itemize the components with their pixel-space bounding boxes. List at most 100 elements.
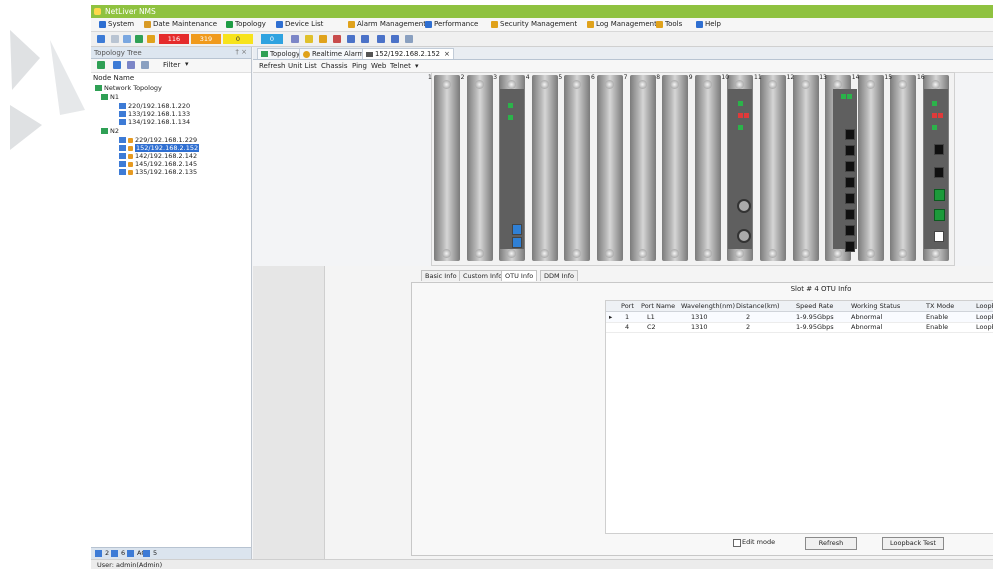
menu-security-management[interactable]: Security Management bbox=[491, 20, 577, 28]
list-icon[interactable] bbox=[123, 35, 131, 43]
chassis-slot-7[interactable] bbox=[629, 75, 656, 261]
subtool-refresh[interactable]: Refresh bbox=[259, 62, 285, 70]
monitor-icon[interactable] bbox=[377, 35, 385, 43]
chassis-slot-11[interactable] bbox=[760, 75, 786, 261]
panel-controls[interactable]: † × bbox=[235, 48, 247, 56]
inner-tab-otu-info[interactable]: OTU Info bbox=[501, 270, 538, 281]
chassis-slot-5[interactable] bbox=[564, 75, 591, 261]
optical-port-icon[interactable] bbox=[737, 199, 752, 213]
refresh-button[interactable]: Refresh bbox=[805, 537, 857, 550]
chassis-slot-12[interactable] bbox=[792, 75, 819, 261]
filter-icon[interactable] bbox=[291, 35, 299, 43]
menu-system[interactable]: System bbox=[99, 20, 134, 28]
port-icon[interactable] bbox=[934, 167, 944, 178]
tree-node-root[interactable]: Network Topology bbox=[95, 84, 162, 92]
chassis-slot-2[interactable] bbox=[466, 75, 493, 261]
tree-node-device[interactable]: 229/192.168.1.229 bbox=[119, 136, 197, 144]
chassis-slot-1[interactable] bbox=[434, 75, 460, 261]
tree-node-device[interactable]: 220/192.168.1.220 bbox=[119, 102, 190, 110]
alarm-count-critical[interactable]: 116 bbox=[159, 34, 189, 44]
inner-tab-custom-info[interactable]: Custom Info bbox=[459, 270, 507, 281]
port-icon[interactable] bbox=[845, 193, 856, 204]
tree-node-n1[interactable]: N1 bbox=[101, 93, 119, 101]
menu-device-list[interactable]: Device List bbox=[276, 20, 323, 28]
inner-tab-ddm-info[interactable]: DDM Info bbox=[540, 270, 578, 281]
optical-port-icon[interactable] bbox=[737, 229, 752, 243]
layout-icon[interactable] bbox=[135, 35, 143, 43]
grid-icon[interactable] bbox=[391, 35, 399, 43]
line-card[interactable] bbox=[500, 89, 525, 249]
bell-icon[interactable] bbox=[319, 35, 327, 43]
tree-node-device[interactable]: 142/192.168.2.142 bbox=[119, 152, 197, 160]
subtool-chassis[interactable]: Chassis bbox=[321, 62, 348, 70]
menu-performance[interactable]: Performance bbox=[425, 20, 478, 28]
close-tab-icon[interactable]: × bbox=[444, 49, 450, 59]
alarm-count-minor[interactable]: 0 bbox=[223, 34, 253, 44]
column-header[interactable]: Wavelength(nm) bbox=[681, 302, 735, 310]
filter-dropdown[interactable]: Filter bbox=[163, 61, 180, 69]
port-icon[interactable] bbox=[845, 129, 856, 140]
subtool-web[interactable]: Web bbox=[371, 62, 386, 70]
tree-node-device[interactable]: 152/192.168.2.152 bbox=[119, 144, 200, 152]
tree-node-device[interactable]: 133/192.168.1.133 bbox=[119, 110, 190, 118]
port-icon[interactable] bbox=[934, 231, 944, 242]
loopback-test-button[interactable]: Loopback Test bbox=[882, 537, 944, 550]
column-header[interactable]: Working Status bbox=[851, 302, 900, 310]
chassis-slot-9[interactable] bbox=[694, 75, 721, 261]
tree-node-device[interactable]: 134/192.168.1.134 bbox=[119, 118, 190, 126]
alarm-count-major[interactable]: 319 bbox=[191, 34, 221, 44]
subtool-unit-list[interactable]: Unit List bbox=[288, 62, 317, 70]
add-icon[interactable] bbox=[97, 61, 105, 69]
port-icon[interactable] bbox=[845, 225, 856, 236]
column-header[interactable]: Loopback bbox=[976, 302, 993, 310]
port-icon[interactable] bbox=[512, 237, 523, 248]
menu-tools[interactable]: Tools bbox=[656, 20, 682, 28]
port-icon[interactable] bbox=[845, 161, 856, 172]
edit-mode-checkbox[interactable] bbox=[733, 539, 741, 547]
column-header[interactable]: TX Mode bbox=[926, 302, 954, 310]
subtool-ping[interactable]: Ping bbox=[352, 62, 367, 70]
refresh-icon[interactable] bbox=[113, 61, 121, 69]
tab-device[interactable]: 152/192.168.2.152 × bbox=[362, 48, 454, 59]
menu-log-management[interactable]: Log Management bbox=[587, 20, 657, 28]
chassis-slot-14[interactable] bbox=[857, 75, 884, 261]
menu-help[interactable]: Help bbox=[696, 20, 721, 28]
port-icon[interactable] bbox=[934, 189, 945, 201]
tab-realtime-alarm[interactable]: Realtime Alarm bbox=[299, 48, 369, 59]
tree-node-device[interactable]: 135/192.168.2.135 bbox=[119, 168, 197, 176]
chassis-slot-8[interactable] bbox=[662, 75, 689, 261]
stop-icon[interactable] bbox=[333, 35, 341, 43]
chassis-slot-6[interactable] bbox=[597, 75, 623, 261]
column-header[interactable]: Distance(km) bbox=[736, 302, 780, 310]
alarm-count-warning[interactable]: 0 bbox=[261, 34, 283, 44]
barchart-icon[interactable] bbox=[361, 35, 369, 43]
port-icon[interactable] bbox=[845, 241, 856, 252]
port-icon[interactable] bbox=[845, 209, 856, 220]
column-header[interactable]: Port Name bbox=[641, 302, 675, 310]
table-row[interactable]: 4 C2 1310 2 1-9.95Gbps Abnormal Enable Loopback bbox=[606, 322, 993, 333]
tab-topology[interactable]: Topology bbox=[257, 48, 305, 59]
menu-alarm-management[interactable]: Alarm Management bbox=[348, 20, 426, 28]
view-icon[interactable] bbox=[127, 61, 135, 69]
chevron-down-icon[interactable]: ▾ bbox=[185, 60, 189, 68]
column-header[interactable]: Port bbox=[621, 302, 634, 310]
line-card[interactable] bbox=[833, 89, 858, 252]
port-icon[interactable] bbox=[934, 144, 944, 155]
line-card[interactable] bbox=[728, 89, 753, 249]
menu-date-maintenance[interactable]: Date Maintenance bbox=[144, 20, 217, 28]
network-icon[interactable] bbox=[97, 35, 105, 43]
port-icon[interactable] bbox=[845, 145, 856, 156]
line-card[interactable] bbox=[924, 89, 948, 249]
chassis-slot-15[interactable] bbox=[890, 75, 917, 261]
subtool-telnet[interactable]: Telnet bbox=[390, 62, 411, 70]
port-icon[interactable] bbox=[934, 209, 945, 221]
chassis-slot-4[interactable] bbox=[531, 75, 558, 261]
inner-tab-basic-info[interactable]: Basic Info bbox=[421, 270, 461, 281]
tree-node-n2[interactable]: N2 bbox=[101, 127, 119, 135]
search-icon[interactable] bbox=[111, 35, 119, 43]
more-icon[interactable] bbox=[405, 35, 413, 43]
alarm-toolbar-icon[interactable] bbox=[147, 35, 155, 43]
tree-node-device[interactable]: 145/192.168.2.145 bbox=[119, 160, 197, 168]
lock-icon[interactable] bbox=[305, 35, 313, 43]
menu-topology[interactable]: Topology bbox=[226, 20, 266, 28]
